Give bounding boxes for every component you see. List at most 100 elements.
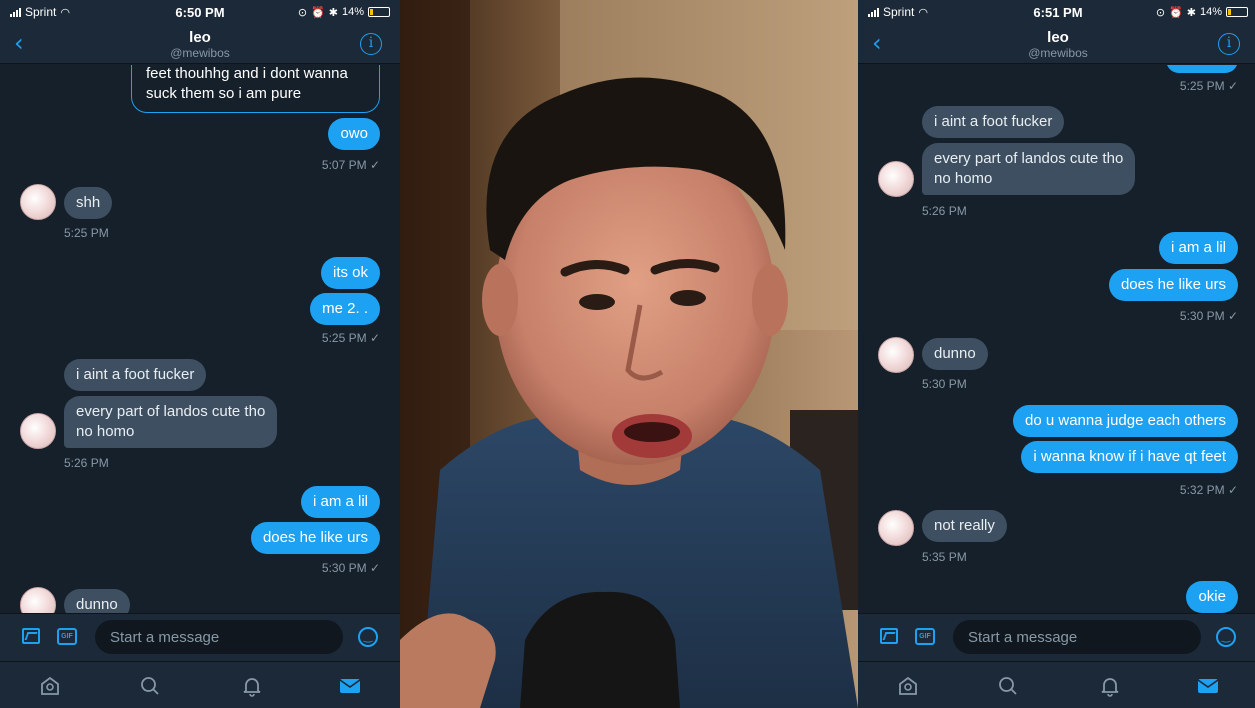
message-timestamp: 5:32 PM ✓ xyxy=(1179,483,1238,497)
status-bar: Sprint ◠ 6:51 PM ⊙ ⏰ ✱ 14% xyxy=(858,0,1255,24)
message-bubble-incoming[interactable]: dunno xyxy=(922,338,988,370)
signal-icon xyxy=(868,7,879,17)
tab-bar xyxy=(858,661,1255,708)
mail-icon xyxy=(339,679,361,693)
message-bubble-outgoing[interactable]: me 2. . xyxy=(310,293,380,325)
message-bubble-outgoing[interactable]: does he like urs xyxy=(250,522,380,554)
message-bubble-outgoing[interactable]: i am a lil xyxy=(300,486,380,518)
message-text: feet thouhhg and i dont wanna xyxy=(146,65,348,82)
conversation-header: ‹ leo @mewibos i xyxy=(858,24,1255,64)
message-bubble-outgoing[interactable]: owo xyxy=(328,118,380,150)
avatar[interactable] xyxy=(20,184,56,220)
gif-icon[interactable]: GIF xyxy=(915,628,935,645)
message-text: no homo xyxy=(934,170,993,187)
message-timestamp: 5:25 PM xyxy=(64,226,109,240)
message-timestamp: 5:26 PM xyxy=(64,456,109,470)
wifi-icon: ◠ xyxy=(60,5,70,19)
message-timestamp: 5:26 PM xyxy=(922,204,967,218)
message-input[interactable] xyxy=(95,620,343,654)
tab-search[interactable] xyxy=(990,672,1026,700)
home-icon xyxy=(899,676,917,695)
carrier-label: Sprint xyxy=(883,5,915,19)
battery-icon xyxy=(368,7,390,17)
status-bar: Sprint ◠ 6:50 PM ⊙ ⏰ ✱ 14% xyxy=(0,0,400,24)
tab-home[interactable] xyxy=(32,672,68,700)
message-bubble-quoted[interactable]: feet thouhhg and i dont wanna suck them … xyxy=(131,65,380,113)
lock-rotation-icon: ⊙ xyxy=(297,5,308,19)
message-timestamp: 5:35 PM xyxy=(922,550,967,564)
gif-icon[interactable]: GIF xyxy=(57,628,77,645)
message-list: feet thouhhg and i dont wanna suck them … xyxy=(0,65,400,613)
message-bubble-incoming[interactable]: every part of landos cute tho no homo xyxy=(922,143,1136,195)
emoji-icon[interactable]: ‿ xyxy=(1216,627,1236,647)
message-text: no homo xyxy=(76,423,135,440)
tab-notifications[interactable] xyxy=(234,672,270,700)
tab-search[interactable] xyxy=(132,672,168,700)
battery-percent: 14% xyxy=(341,6,364,18)
info-icon[interactable]: i xyxy=(1218,33,1240,55)
image-icon[interactable] xyxy=(22,628,40,644)
search-icon xyxy=(999,677,1017,695)
left-dm-screenshot: Sprint ◠ 6:50 PM ⊙ ⏰ ✱ 14% ‹ leo @mewibo… xyxy=(0,0,400,708)
message-bubble-incoming[interactable]: i aint a foot fucker xyxy=(922,106,1065,138)
tab-messages[interactable] xyxy=(1190,672,1226,700)
message-timestamp: 5:30 PM ✓ xyxy=(1179,309,1238,323)
message-timestamp: 5:07 PM ✓ xyxy=(321,158,380,172)
message-bubble-outgoing[interactable]: okie xyxy=(1186,581,1238,613)
message-bubble-incoming[interactable]: shh xyxy=(64,187,113,219)
avatar[interactable] xyxy=(878,161,914,197)
tab-home[interactable] xyxy=(890,672,926,700)
message-text: every part of landos cute tho xyxy=(76,403,266,420)
message-bubble-outgoing[interactable]: its ok xyxy=(320,257,380,289)
message-text: suck them so i am pure xyxy=(146,85,302,102)
bell-icon xyxy=(1101,678,1119,697)
tab-bar xyxy=(0,661,400,708)
battery-icon xyxy=(1226,7,1248,17)
avatar[interactable] xyxy=(878,337,914,373)
conversation-header: ‹ leo @mewibos i xyxy=(0,24,400,64)
right-dm-screenshot: Sprint ◠ 6:51 PM ⊙ ⏰ ✱ 14% ‹ leo @mewibo… xyxy=(858,0,1255,708)
tab-notifications[interactable] xyxy=(1092,672,1128,700)
message-bubble-outgoing[interactable]: i am a lil xyxy=(1158,232,1238,264)
info-icon[interactable]: i xyxy=(360,33,382,55)
avatar[interactable] xyxy=(20,587,56,613)
message-bubble-incoming[interactable]: i aint a foot fucker xyxy=(64,359,207,391)
emoji-icon[interactable]: ‿ xyxy=(358,627,378,647)
message-input[interactable] xyxy=(953,620,1201,654)
person-image xyxy=(400,0,858,708)
lock-rotation-icon: ⊙ xyxy=(1155,5,1166,19)
home-icon xyxy=(41,676,59,695)
conversation-name: leo xyxy=(189,29,211,46)
tab-messages[interactable] xyxy=(332,672,368,700)
avatar[interactable] xyxy=(20,413,56,449)
message-composer: GIF ‿ xyxy=(858,613,1255,661)
message-composer: GIF ‿ xyxy=(0,613,400,661)
wifi-icon: ◠ xyxy=(918,5,928,19)
bell-icon xyxy=(243,678,261,697)
alarm-icon: ⏰ xyxy=(1169,5,1183,19)
carrier-label: Sprint xyxy=(25,5,57,19)
message-list: 5:25 PM ✓ i aint a foot fucker every par… xyxy=(858,65,1255,613)
message-bubble-outgoing[interactable]: do u wanna judge each others xyxy=(1013,405,1238,437)
message-timestamp: 5:25 PM ✓ xyxy=(321,331,380,345)
conversation-handle: @mewibos xyxy=(1028,46,1088,60)
message-timestamp: 5:30 PM xyxy=(922,377,967,391)
message-bubble-outgoing[interactable]: i wanna know if i have qt feet xyxy=(1021,441,1238,473)
search-icon xyxy=(141,677,159,695)
message-bubble-incoming[interactable]: every part of landos cute tho no homo xyxy=(64,396,278,448)
conversation-name: leo xyxy=(1047,29,1069,46)
message-bubble-incoming[interactable]: not really xyxy=(922,510,1007,542)
message-bubble-outgoing-cropped[interactable] xyxy=(1166,65,1238,73)
message-bubble-incoming[interactable]: dunno xyxy=(64,589,130,613)
message-bubble-outgoing[interactable]: does he like urs xyxy=(1108,269,1238,301)
image-icon[interactable] xyxy=(880,628,898,644)
message-text: every part of landos cute tho xyxy=(934,150,1124,167)
message-timestamp: 5:30 PM ✓ xyxy=(321,561,380,575)
avatar[interactable] xyxy=(878,510,914,546)
signal-icon xyxy=(10,7,21,17)
bluetooth-icon: ✱ xyxy=(328,5,338,19)
bluetooth-icon: ✱ xyxy=(1186,5,1196,19)
mail-icon xyxy=(1197,679,1219,693)
webcam-video-frame xyxy=(400,0,858,708)
conversation-handle: @mewibos xyxy=(170,46,230,60)
